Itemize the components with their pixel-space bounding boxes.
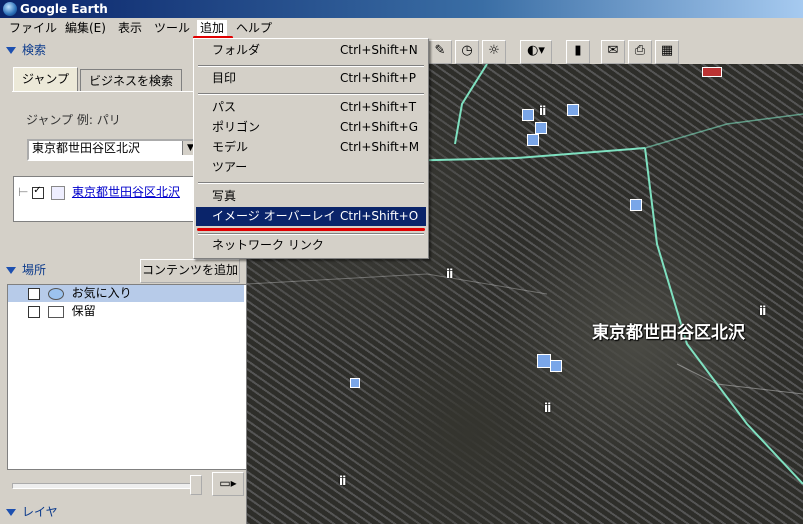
google-earth-logo-icon	[3, 2, 17, 16]
menu-item-path[interactable]: パス Ctrl+Shift+T	[196, 98, 426, 117]
placemark-grid-icon	[51, 185, 66, 200]
tree-item-pending[interactable]: 保留	[8, 303, 244, 320]
collapse-triangle-icon	[6, 47, 16, 54]
map-pin[interactable]	[527, 134, 539, 146]
earth-folder-icon	[47, 287, 64, 300]
toolbar-button[interactable]: ✎	[428, 40, 452, 64]
menu-item-placemark[interactable]: 目印 Ctrl+Shift+P	[196, 69, 426, 88]
menu-separator	[198, 182, 424, 184]
menu-item-polygon[interactable]: ポリゴン Ctrl+Shift+G	[196, 118, 426, 137]
menu-item-model[interactable]: モデル Ctrl+Shift+M	[196, 138, 426, 157]
map-pin[interactable]	[567, 104, 579, 116]
image-overlay-annotation-underline	[197, 228, 425, 231]
menu-edit[interactable]: 編集(E)	[62, 20, 109, 36]
places-section-header[interactable]: 場所	[6, 260, 46, 280]
menu-item-tour[interactable]: ツアー	[196, 158, 426, 177]
planets-icon[interactable]: ◐▾	[520, 40, 552, 64]
places-tree: お気に入り 保留	[7, 284, 247, 470]
map-pin[interactable]	[535, 122, 547, 134]
result-row[interactable]: ⊢ 東京都世田谷区北沢	[18, 183, 180, 200]
map-pin[interactable]	[630, 199, 642, 211]
menu-add[interactable]: 追加	[197, 20, 228, 36]
menu-separator	[198, 65, 424, 67]
pending-checkbox[interactable]	[28, 305, 40, 318]
tab-business-search[interactable]: ビジネスを検索	[80, 69, 183, 92]
result-link[interactable]: 東京都世田谷区北沢	[72, 185, 180, 199]
view-in-maps-icon[interactable]: ▦	[655, 40, 679, 64]
map-pin[interactable]	[350, 378, 360, 388]
map-place-label: 東京都世田谷区北沢	[592, 323, 745, 343]
print-icon[interactable]: ⎙	[628, 40, 652, 64]
layers-section-header[interactable]: レイヤ	[6, 502, 58, 522]
map-marker-flag-icon[interactable]	[702, 67, 722, 77]
opacity-slider[interactable]	[12, 483, 194, 489]
menu-separator	[198, 93, 424, 95]
restaurant-icon[interactable]: ⅱ	[759, 304, 766, 318]
restaurant-icon[interactable]: ⅱ	[544, 401, 551, 415]
title-bar: Google Earth	[0, 0, 803, 18]
ruler-icon[interactable]: ▮	[566, 40, 590, 64]
add-menu-dropdown: フォルダ Ctrl+Shift+N 目印 Ctrl+Shift+P パス Ctrl+S…	[193, 38, 429, 259]
opacity-slider-knob[interactable]	[190, 475, 202, 495]
search-section-header[interactable]: 検索	[6, 40, 46, 60]
historical-imagery-icon[interactable]: ◷	[455, 40, 479, 64]
jump-hint: ジャンプ 例: パリ	[26, 113, 121, 127]
favorites-label: お気に入り	[71, 286, 132, 300]
email-icon[interactable]: ✉	[601, 40, 625, 64]
menu-help[interactable]: ヘルプ	[233, 20, 275, 36]
add-content-button[interactable]: コンテンツを追加	[140, 259, 240, 283]
folder-icon	[47, 305, 64, 318]
sunlight-icon[interactable]: ☼	[482, 40, 506, 64]
menu-view[interactable]: 表示	[115, 20, 145, 36]
restaurant-icon[interactable]: ⅱ	[446, 267, 453, 281]
map-pin[interactable]	[550, 360, 562, 372]
menu-separator	[198, 233, 424, 235]
tab-jump[interactable]: ジャンプ	[13, 67, 79, 92]
menu-item-network-link[interactable]: ネットワーク リンク	[196, 236, 426, 255]
collapse-triangle-icon	[6, 509, 16, 516]
search-input-value: 東京都世田谷区北沢	[32, 141, 141, 155]
map-pin[interactable]	[537, 354, 551, 368]
folder-tour-button[interactable]: ▭▸	[212, 472, 244, 496]
collapse-triangle-icon	[6, 267, 16, 274]
result-checkbox[interactable]	[32, 185, 45, 199]
menu-item-image-overlay[interactable]: イメージ オーバーレイ Ctrl+Shift+O	[196, 207, 426, 226]
menu-tools[interactable]: ツール	[151, 20, 193, 36]
menu-item-folder[interactable]: フォルダ Ctrl+Shift+N	[196, 41, 426, 60]
search-input[interactable]: 東京都世田谷区北沢 ▼	[27, 139, 200, 161]
tree-item-favorites[interactable]: お気に入り	[8, 285, 244, 302]
menu-bar: ファイル 編集(E) 表示 ツール 追加 ヘルプ	[0, 18, 803, 38]
pending-label: 保留	[71, 304, 96, 318]
restaurant-icon[interactable]: ⅱ	[539, 104, 546, 118]
window-title: Google Earth	[20, 2, 108, 16]
restaurant-icon[interactable]: ⅱ	[339, 474, 346, 488]
map-pin[interactable]	[522, 109, 534, 121]
search-header-label: 検索	[22, 43, 47, 57]
menu-item-photo[interactable]: 写真	[196, 187, 426, 206]
map-toolbar: ✎ ◷ ☼ ◐▾ ▮ ✉ ⎙ ▦	[426, 38, 803, 64]
places-header-label: 場所	[22, 263, 47, 277]
favorites-checkbox[interactable]	[28, 287, 40, 300]
layers-header-label: レイヤ	[22, 505, 58, 519]
menu-file[interactable]: ファイル	[6, 20, 60, 36]
